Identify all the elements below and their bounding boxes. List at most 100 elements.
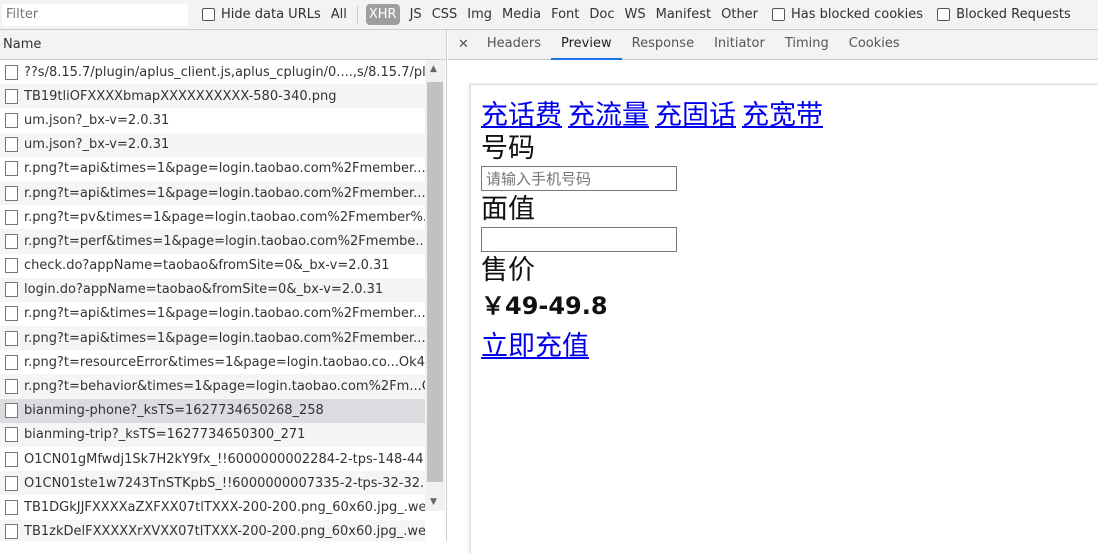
link-data[interactable]: 充流量	[568, 100, 649, 131]
request-row[interactable]: bianming-trip?_ksTS=1627734650300_271	[0, 422, 425, 447]
request-name: r.png?t=api&times=1&page=login.taobao.co…	[24, 330, 425, 346]
request-row[interactable]: um.json?_bx-v=2.0.31	[0, 132, 425, 157]
type-manifest[interactable]: Manifest	[656, 7, 711, 22]
blocked-requests-checkbox[interactable]	[937, 8, 951, 21]
tab-headers[interactable]: Headers	[477, 30, 551, 60]
request-row[interactable]: TB1DGkJJFXXXXaZXFXX07tlTXXX-200-200.png_…	[0, 495, 425, 519]
file-icon	[5, 161, 18, 177]
file-icon	[5, 64, 18, 80]
hide-data-urls-checkbox[interactable]	[202, 8, 215, 21]
request-name: r.png?t=resourceError&times=1&page=login…	[24, 354, 425, 370]
price-value: ￥49-49.8	[481, 292, 608, 320]
request-name: O1CN01ste1w7243TnSTKpbS_!!6000000007335-…	[24, 475, 425, 491]
request-row[interactable]: r.png?t=api&times=1&page=login.taobao.co…	[0, 180, 425, 206]
request-row[interactable]: r.png?t=resourceError&times=1&page=login…	[0, 350, 425, 374]
file-icon	[5, 524, 18, 540]
preview-content: 充话费充流量充固话充宽带 号码 面值 售价 ￥49-49.8 立即充值	[470, 84, 1098, 554]
name-column-header[interactable]: Name	[0, 30, 446, 60]
tab-preview[interactable]: Preview	[551, 30, 622, 60]
file-icon	[5, 88, 18, 104]
price-label: 售价	[481, 255, 535, 286]
detail-tabs: ✕ Headers Preview Response Initiator Tim…	[448, 30, 1098, 60]
file-icon	[5, 379, 18, 395]
request-name: check.do?appName=taobao&fromSite=0&_bx-v…	[24, 258, 390, 274]
blocked-requests-label: Blocked Requests	[956, 7, 1071, 22]
tab-initiator[interactable]: Initiator	[704, 30, 775, 60]
filter-input[interactable]	[2, 3, 188, 26]
request-row[interactable]: TB1zkDelFXXXXXrXVXX07tlTXXX-200-200.png_…	[0, 519, 425, 541]
request-row[interactable]: r.png?t=behavior&times=1&page=login.taob…	[0, 374, 425, 399]
file-icon	[5, 258, 18, 274]
request-name: O1CN01gMfwdj1Sk7H2kY9fx_!!6000000002284-…	[24, 451, 425, 467]
file-icon	[5, 306, 18, 322]
file-icon	[5, 209, 18, 225]
type-all[interactable]: All	[331, 7, 347, 22]
type-ws[interactable]: WS	[625, 7, 646, 22]
scrollbar[interactable]: ▲ ▼	[425, 60, 445, 511]
request-name: ??s/8.15.7/plugin/aplus_client.js,aplus_…	[24, 64, 425, 80]
link-landline[interactable]: 充固话	[655, 100, 736, 131]
request-list: Name ??s/8.15.7/plugin/aplus_client.js,a…	[0, 30, 447, 541]
request-row[interactable]: r.png?t=api&times=1&page=login.taobao.co…	[0, 326, 425, 351]
request-name: bianming-phone?_ksTS=1627734650268_258	[24, 403, 324, 419]
type-media[interactable]: Media	[502, 7, 541, 22]
tab-cookies[interactable]: Cookies	[839, 30, 910, 60]
request-row[interactable]: r.png?t=api&times=1&page=login.taobao.co…	[0, 157, 425, 181]
type-js[interactable]: JS	[410, 7, 422, 22]
request-row[interactable]: login.do?appName=taobao&fromSite=0&_bx-v…	[0, 277, 425, 302]
request-name: r.png?t=pv&times=1&page=login.taobao.com…	[24, 209, 425, 225]
divider	[356, 5, 358, 24]
file-icon	[5, 137, 18, 153]
recharge-now-link[interactable]: 立即充值	[481, 331, 589, 362]
request-row[interactable]: r.png?t=api&times=1&page=login.taobao.co…	[0, 302, 425, 326]
request-row[interactable]: bianming-phone?_ksTS=1627734650268_258	[0, 398, 425, 423]
request-name: r.png?t=api&times=1&page=login.taobao.co…	[24, 185, 425, 201]
request-row[interactable]: um.json?_bx-v=2.0.31	[0, 108, 425, 132]
request-row[interactable]: r.png?t=pv&times=1&page=login.taobao.com…	[0, 205, 425, 229]
request-row[interactable]: r.png?t=perf&times=1&page=login.taobao.c…	[0, 229, 425, 254]
file-icon	[5, 354, 18, 370]
request-name: r.png?t=behavior&times=1&page=login.taob…	[24, 379, 425, 395]
tab-timing[interactable]: Timing	[775, 30, 839, 60]
hide-data-urls-label: Hide data URLs	[221, 7, 321, 22]
type-doc[interactable]: Doc	[589, 7, 614, 22]
request-row[interactable]: ??s/8.15.7/plugin/aplus_client.js,aplus_…	[0, 60, 425, 84]
scrollbar-thumb[interactable]	[427, 82, 443, 482]
file-icon	[5, 282, 18, 298]
request-name: TB19tliOFXXXXbmapXXXXXXXXXX-580-340.png	[24, 88, 337, 104]
tab-response[interactable]: Response	[622, 30, 704, 60]
request-name: um.json?_bx-v=2.0.31	[24, 112, 170, 128]
file-icon	[5, 403, 18, 419]
detail-pane: ✕ Headers Preview Response Initiator Tim…	[448, 30, 1098, 554]
type-xhr[interactable]: XHR	[365, 4, 400, 25]
type-font[interactable]: Font	[551, 7, 579, 22]
type-css[interactable]: CSS	[432, 7, 458, 22]
file-icon	[5, 427, 18, 443]
request-row[interactable]: check.do?appName=taobao&fromSite=0&_bx-v…	[0, 254, 425, 278]
file-icon	[5, 233, 18, 249]
phone-input[interactable]	[481, 166, 677, 191]
file-icon	[5, 112, 18, 128]
file-icon	[5, 475, 18, 491]
request-name: TB1DGkJJFXXXXaZXFXX07tlTXXX-200-200.png_…	[24, 499, 425, 515]
request-row[interactable]: TB19tliOFXXXXbmapXXXXXXXXXX-580-340.png	[0, 84, 425, 109]
request-name: bianming-trip?_ksTS=1627734650300_271	[24, 427, 306, 443]
request-name: TB1zkDelFXXXXXrXVXX07tlTXXX-200-200.png_…	[24, 524, 425, 540]
scroll-down-icon[interactable]: ▼	[430, 497, 437, 507]
link-phone-bill[interactable]: 充话费	[481, 100, 562, 131]
request-row[interactable]: O1CN01ste1w7243TnSTKpbS_!!6000000007335-…	[0, 471, 425, 496]
file-icon	[5, 451, 18, 467]
type-other[interactable]: Other	[721, 7, 758, 22]
request-name: r.png?t=api&times=1&page=login.taobao.co…	[24, 306, 425, 322]
request-name: r.png?t=perf&times=1&page=login.taobao.c…	[24, 233, 425, 249]
type-img[interactable]: Img	[467, 7, 492, 22]
value-input[interactable]	[481, 227, 677, 252]
link-broadband[interactable]: 充宽带	[742, 100, 823, 131]
request-rows: ??s/8.15.7/plugin/aplus_client.js,aplus_…	[0, 60, 446, 541]
close-icon[interactable]: ✕	[448, 37, 477, 52]
request-row[interactable]: O1CN01gMfwdj1Sk7H2kY9fx_!!6000000002284-…	[0, 447, 425, 471]
has-blocked-cookies-checkbox[interactable]	[772, 8, 786, 21]
scroll-up-icon[interactable]: ▲	[430, 64, 437, 74]
request-name: um.json?_bx-v=2.0.31	[24, 137, 170, 153]
has-blocked-cookies-label: Has blocked cookies	[791, 7, 924, 22]
